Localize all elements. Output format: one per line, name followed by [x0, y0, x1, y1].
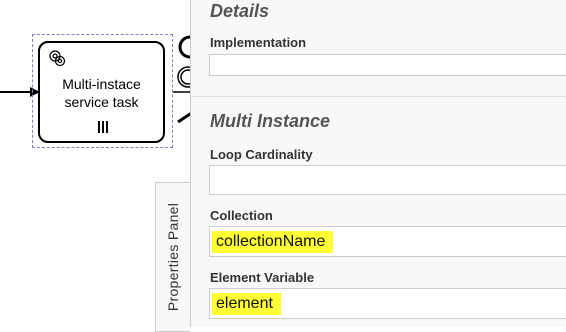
- group-divider: [191, 96, 566, 97]
- details-group-title: Details: [210, 1, 270, 21]
- element-variable-value: element: [212, 292, 281, 315]
- multi-instance-group-title: Multi Instance: [210, 111, 331, 131]
- collection-value: collectionName: [212, 230, 334, 253]
- loop-cardinality-label: Loop Cardinality: [210, 147, 313, 162]
- element-variable-input[interactable]: element: [209, 288, 566, 319]
- properties-panel-toggle-label: Properties Panel: [165, 202, 181, 312]
- collection-label: Collection: [210, 208, 273, 223]
- implementation-input[interactable]: [209, 54, 566, 76]
- parallel-multi-instance-marker-icon: [98, 121, 108, 133]
- properties-panel: Details Implementation Multi Instance Lo…: [190, 0, 566, 327]
- properties-panel-toggle[interactable]: Properties Panel: [155, 182, 190, 332]
- gear-icon: [49, 50, 66, 67]
- collection-input[interactable]: collectionName: [209, 226, 566, 257]
- service-task[interactable]: Multi-instace service task: [38, 41, 165, 143]
- loop-cardinality-input[interactable]: [209, 165, 566, 195]
- task-label: Multi-instace service task: [62, 76, 141, 110]
- implementation-label: Implementation: [210, 35, 307, 50]
- element-variable-label: Element Variable: [210, 270, 315, 285]
